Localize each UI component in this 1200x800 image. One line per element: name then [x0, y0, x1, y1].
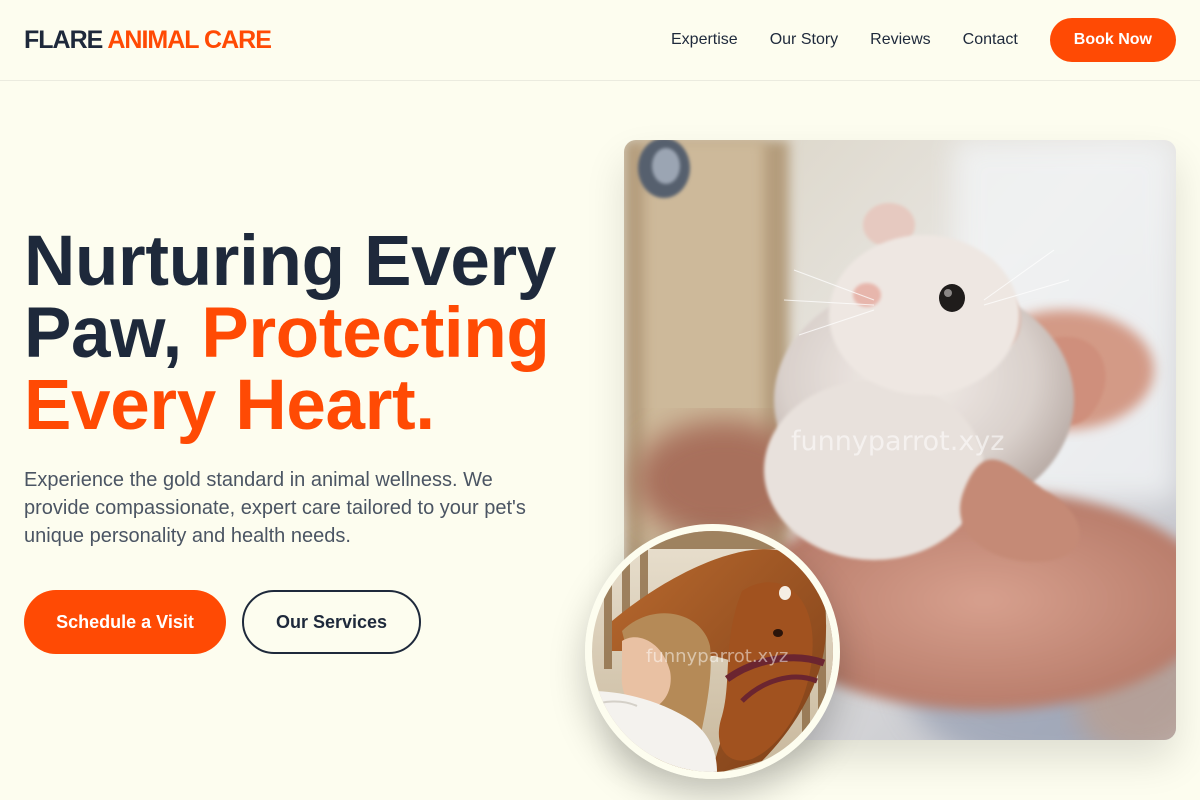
schedule-visit-button[interactable]: Schedule a Visit — [24, 590, 226, 654]
circle-image-watermark: funnyparrot.xyz — [646, 646, 789, 667]
hero-title-line1: Nurturing Every — [24, 222, 557, 301]
brand-name-primary: FLARE — [24, 25, 103, 54]
brand-name-accent: ANIMAL CARE — [107, 25, 272, 54]
hero-title-line2-accent: Protecting — [201, 294, 550, 373]
hero-title-line3: Every Heart. — [24, 366, 435, 445]
book-now-button[interactable]: Book Now — [1049, 18, 1176, 62]
main-nav: Expertise Our Story Reviews Contact Book… — [671, 18, 1176, 62]
nav-link-reviews[interactable]: Reviews — [870, 31, 930, 49]
site-header: FLARE ANIMAL CARE Expertise Our Story Re… — [0, 0, 1200, 81]
nav-link-contact[interactable]: Contact — [963, 31, 1018, 49]
our-services-button[interactable]: Our Services — [242, 590, 421, 654]
main-image-watermark: funnyparrot.xyz — [791, 426, 1005, 457]
brand-logo[interactable]: FLARE ANIMAL CARE — [24, 25, 272, 55]
hero-title: Nurturing Every Paw, Protecting Every He… — [24, 226, 594, 442]
horse-photo: funnyparrot.xyz — [585, 524, 840, 779]
nav-link-our-story[interactable]: Our Story — [770, 31, 838, 49]
nav-link-expertise[interactable]: Expertise — [671, 31, 738, 49]
hero-description: Experience the gold standard in animal w… — [24, 469, 526, 547]
hero-title-line2-dark: Paw, — [24, 294, 182, 373]
